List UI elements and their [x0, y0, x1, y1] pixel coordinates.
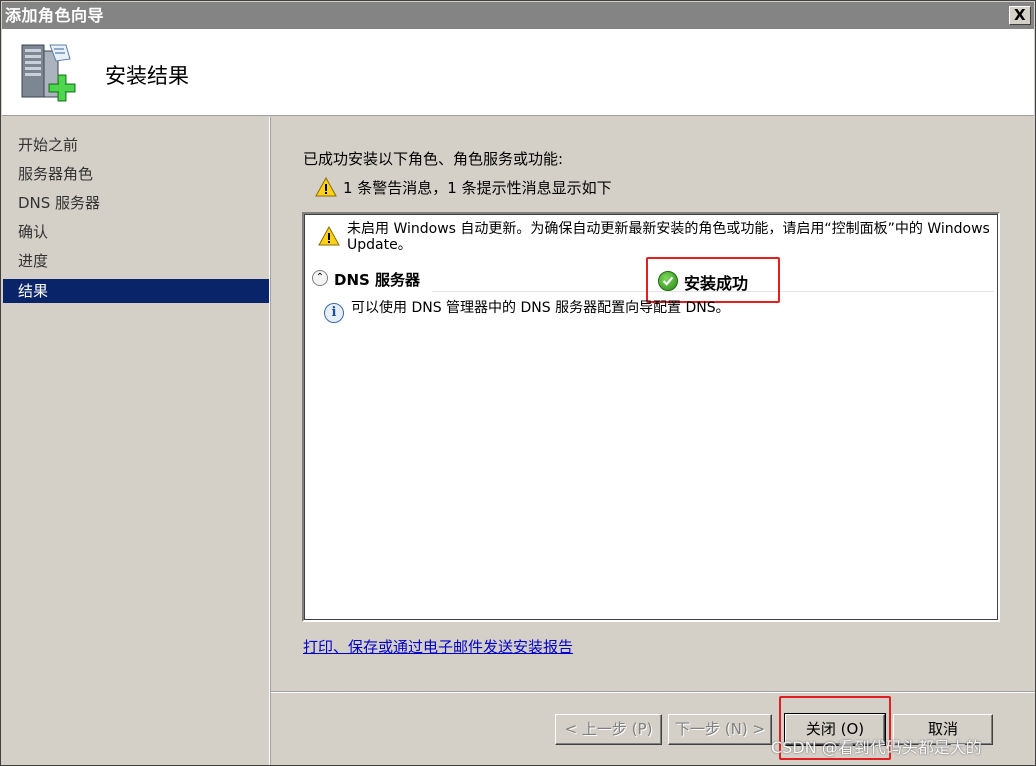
- server-add-icon: [21, 44, 76, 102]
- report-link[interactable]: 打印、保存或通过电子邮件发送安装报告: [303, 636, 573, 657]
- role-result-row: ⌃ DNS 服务器 安装成功: [312, 257, 998, 303]
- close-window-button[interactable]: X: [1009, 6, 1031, 25]
- summary-text: 1 条警告消息，1 条提示性消息显示如下: [343, 179, 612, 197]
- warning-icon: [318, 226, 340, 246]
- wizard-header: 安装结果: [2, 29, 1034, 116]
- watermark: CSDN @看到代码头都是大的: [771, 738, 982, 757]
- page-title: 安装结果: [105, 64, 189, 88]
- success-check-icon: [658, 271, 678, 291]
- collapse-icon[interactable]: ⌃: [312, 270, 328, 286]
- step-dns-server: DNS 服务器: [18, 194, 101, 212]
- previous-button[interactable]: < 上一步 (P): [555, 714, 662, 745]
- wizard-steps-sidebar: 开始之前 服务器角色 DNS 服务器 确认 进度 结果: [2, 117, 270, 765]
- step-server-roles: 服务器角色: [18, 165, 94, 183]
- step-before-you-begin: 开始之前: [18, 136, 79, 154]
- install-status: 安装成功: [684, 274, 749, 293]
- results-panel: 已成功安装以下角色、角色服务或功能: 1 条警告消息，1 条提示性消息显示如下 …: [271, 117, 1035, 691]
- footer-divider: [271, 692, 1035, 693]
- dns-info-message: i 可以使用 DNS 管理器中的 DNS 服务器配置向导配置 DNS。: [324, 297, 730, 323]
- title-bar: 添加角色向导 X: [2, 2, 1034, 29]
- next-button[interactable]: 下一步 (N) >: [668, 714, 772, 745]
- step-results: 结果: [3, 279, 269, 303]
- window-title: 添加角色向导: [5, 6, 105, 25]
- warning-icon: [315, 177, 337, 197]
- warning-text: 未启用 Windows 自动更新。为确保自动更新最新安装的角色或功能，请启用“控…: [347, 221, 990, 253]
- intro-text: 已成功安装以下角色、角色服务或功能:: [303, 150, 564, 168]
- step-confirmation: 确认: [18, 223, 49, 241]
- role-name: DNS 服务器: [334, 271, 421, 289]
- step-progress: 进度: [18, 252, 49, 270]
- info-icon: i: [324, 303, 344, 323]
- info-text: 可以使用 DNS 管理器中的 DNS 服务器配置向导配置 DNS。: [351, 300, 730, 316]
- wizard-window: 添加角色向导 X 安装结果 开始之前 服务器角色 DNS 服务器 确认 进度 结…: [0, 0, 1036, 766]
- message-summary: 1 条警告消息，1 条提示性消息显示如下: [315, 177, 612, 198]
- results-list[interactable]: 未启用 Windows 自动更新。为确保自动更新最新安装的角色或功能，请启用“控…: [302, 212, 1000, 622]
